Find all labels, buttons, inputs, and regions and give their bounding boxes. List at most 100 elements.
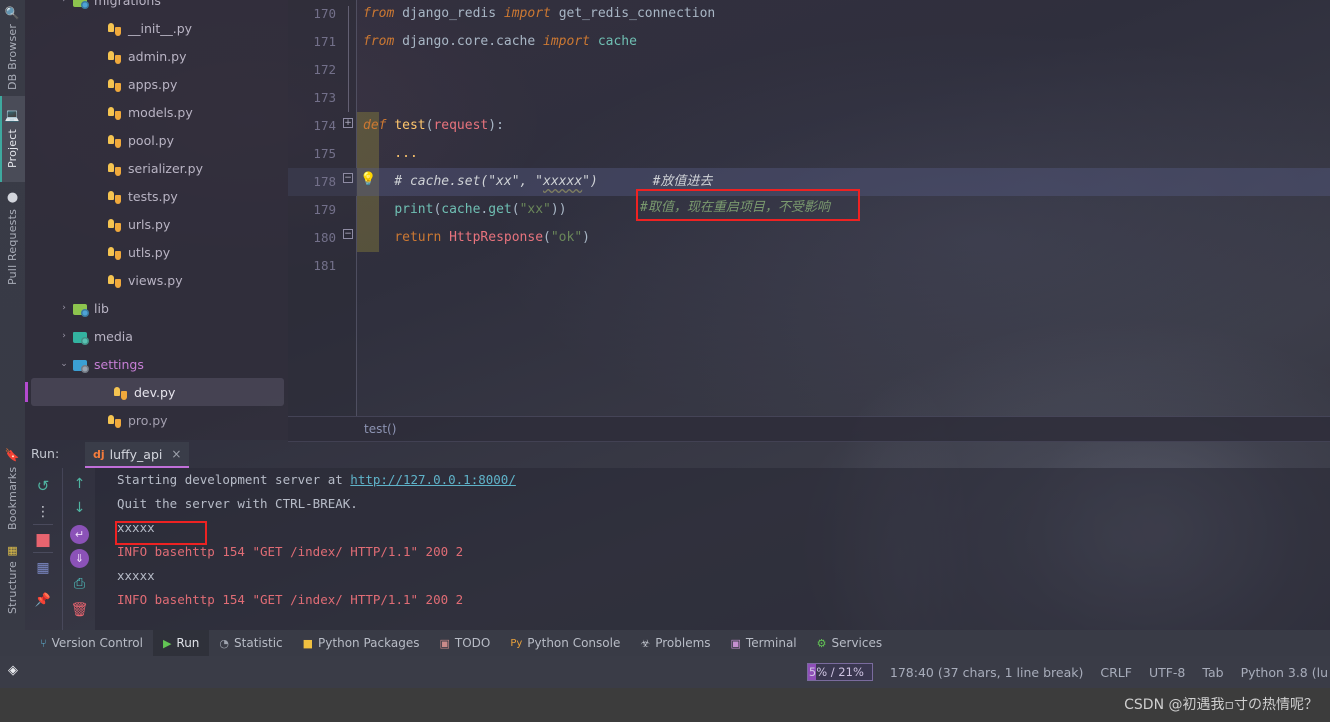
tree-item-admin-py[interactable]: admin.py [25, 42, 288, 70]
token: get_redis_connection [558, 6, 716, 21]
token: xxxxx [543, 174, 583, 189]
pin-icon[interactable]: 📌 [25, 588, 61, 612]
code-line-174[interactable]: 174 def test(request): [288, 112, 1330, 140]
console-text: Quit the server with CTRL-BREAK. [117, 496, 358, 511]
python-file-icon [105, 413, 123, 428]
more-options-icon[interactable]: ⋮ [25, 500, 61, 524]
bottom-tab-python-packages[interactable]: ■ Python Packages [293, 630, 430, 656]
python-interpreter[interactable]: Python 3.8 (lu [1241, 665, 1328, 680]
code-line-181[interactable]: 181 [288, 252, 1330, 280]
tree-item-utls-py[interactable]: utls.py [25, 238, 288, 266]
code-editor[interactable]: 170 from django_redis import get_redis_co… [288, 0, 1330, 416]
bottom-tab-run[interactable]: ▶ Run [152, 630, 210, 656]
tree-item-pool-py[interactable]: pool.py [25, 126, 288, 154]
encoding[interactable]: UTF-8 [1149, 665, 1185, 680]
bottom-tab-statistic[interactable]: ◔ Statistic [209, 630, 292, 656]
breadcrumb-label: test() [364, 422, 397, 436]
tree-item-label: lib [94, 300, 109, 316]
fold-collapse-icon-180[interactable]: − [343, 229, 353, 239]
console-line: INFO basehttp 154 "GET /index/ HTTP/1.1"… [95, 540, 1330, 564]
line-separator[interactable]: CRLF [1100, 665, 1132, 680]
code-line-180[interactable]: 180 return HttpResponse("ok") [288, 224, 1330, 252]
bottom-tab-label: Run [176, 636, 200, 650]
console-output[interactable]: Starting development server at http://12… [95, 468, 1330, 630]
memory-indicator[interactable]: 5% / 21% [806, 663, 873, 681]
intention-bulb-icon[interactable]: 💡 [360, 173, 376, 187]
tree-item-views-py[interactable]: views.py [25, 266, 288, 294]
bottom-tab-services[interactable]: ⚙ Services [807, 630, 892, 656]
layers-icon[interactable]: ◈ [8, 663, 18, 678]
sidebar-item-structure[interactable]: Structure ▦ [0, 536, 25, 622]
fold-collapse-icon-178[interactable]: − [343, 173, 353, 183]
console-link[interactable]: http://127.0.0.1:8000/ [350, 472, 516, 487]
print-icon[interactable]: ⎙ [63, 572, 96, 596]
bottom-tab-python-console[interactable]: Py Python Console [500, 630, 630, 656]
indent-setting[interactable]: Tab [1202, 665, 1223, 680]
scroll-down-icon[interactable]: ↓ [63, 496, 96, 520]
line-number: 170 [313, 6, 336, 21]
project-tree-panel[interactable]: › migrations __init__.py admin.py apps.py mod… [25, 0, 288, 440]
code-line-170[interactable]: 170 from django_redis import get_redis_co… [288, 0, 1330, 28]
code-line-178[interactable]: 178 # cache.set("xx", "xxxxx") #放值进去 [288, 168, 1330, 196]
sidebar-item-pull-requests[interactable]: Pull Requests ● [0, 182, 25, 292]
sidebar-item-db-browser[interactable]: DB Browser 🔍 [0, 0, 25, 96]
code-line-172[interactable]: 172 [288, 56, 1330, 84]
soft-wrap-icon[interactable]: ↵ [63, 522, 96, 546]
scroll-to-end-icon[interactable]: ⇓ [63, 546, 96, 570]
code-line-175[interactable]: 175 ... [288, 140, 1330, 168]
bottom-tab-todo[interactable]: ▣ TODO [429, 630, 500, 656]
tree-item--init-py[interactable]: __init__.py [25, 14, 288, 42]
python-file-icon [105, 105, 123, 120]
sidebar-item-bookmarks[interactable]: Bookmarks 🔖 [0, 442, 25, 536]
tree-item-urls-py[interactable]: urls.py [25, 210, 288, 238]
console-line: INFO basehttp 154 "GET /index/ HTTP/1.1"… [95, 588, 1330, 612]
tree-item-dev-py[interactable]: dev.py [25, 378, 284, 406]
code-line-173[interactable]: 173 [288, 84, 1330, 112]
bottom-tab-problems[interactable]: ☣ Problems [630, 630, 720, 656]
breadcrumb[interactable]: test() [288, 416, 1330, 442]
tree-item-label: serializer.py [128, 160, 203, 176]
clear-all-icon[interactable]: 🗑 [63, 598, 96, 622]
chevron-right-icon[interactable]: › [57, 0, 71, 5]
run-tab-luffy-api[interactable]: dj luffy_api × [85, 442, 190, 468]
tree-item-serializer-py[interactable]: serializer.py [25, 154, 288, 182]
chevron-down-icon[interactable]: ⌄ [57, 359, 71, 369]
chevron-right-icon[interactable]: › [57, 331, 71, 341]
tree-item-label: views.py [128, 272, 183, 288]
tree-item-apps-py[interactable]: apps.py [25, 70, 288, 98]
tree-item-tests-py[interactable]: tests.py [25, 182, 288, 210]
tree-item-label: utls.py [128, 244, 171, 260]
python-file-icon [111, 385, 129, 400]
bottom-tab-label: Services [831, 636, 883, 650]
tree-item-models-py[interactable]: models.py [25, 98, 288, 126]
tree-item-lib[interactable]: › lib [25, 294, 288, 322]
left-tool-strip: DB Browser 🔍 Project 💻 Pull Requests ● B… [0, 0, 25, 630]
tree-item-label: models.py [128, 104, 193, 120]
bottom-tab-version-control[interactable]: ⑂ Version Control [30, 630, 153, 656]
tree-item-media[interactable]: › media [25, 322, 288, 350]
scroll-up-icon[interactable]: ↑ [63, 472, 96, 496]
fold-expand-icon[interactable]: + [343, 118, 353, 128]
inline-chinese-comment: #取值，现在重启项目，不受影响 [640, 200, 830, 215]
bottom-tab-terminal[interactable]: ▣ Terminal [721, 630, 807, 656]
sidebar-item-project[interactable]: Project 💻 [0, 96, 25, 182]
rerun-icon[interactable]: ↺ [25, 474, 61, 498]
bottom-tab-label: Python Packages [318, 636, 420, 650]
tree-item-pro-py[interactable]: pro.py [25, 406, 288, 434]
tree-item-settings[interactable]: ⌄ settings [25, 350, 288, 378]
tree-item-label: pro.py [128, 412, 168, 428]
stop-icon[interactable]: ■ [25, 528, 61, 552]
caret-position[interactable]: 178:40 (37 chars, 1 line break) [890, 665, 1083, 680]
layout-icon[interactable]: ▦ [25, 556, 61, 580]
code-line-171[interactable]: 171 from django.core.cache import cache [288, 28, 1330, 56]
run-panel-title: Run: [31, 446, 60, 461]
terminal-icon: ▣ [730, 636, 741, 650]
python-console-icon: Py [510, 637, 523, 649]
close-icon[interactable]: × [171, 447, 181, 461]
chevron-right-icon[interactable]: › [57, 303, 71, 313]
run-left-toolbar: ↺ ⋮ ■ ▦ 📌 [25, 468, 61, 630]
tree-item-migrations[interactable]: › migrations [25, 0, 288, 14]
